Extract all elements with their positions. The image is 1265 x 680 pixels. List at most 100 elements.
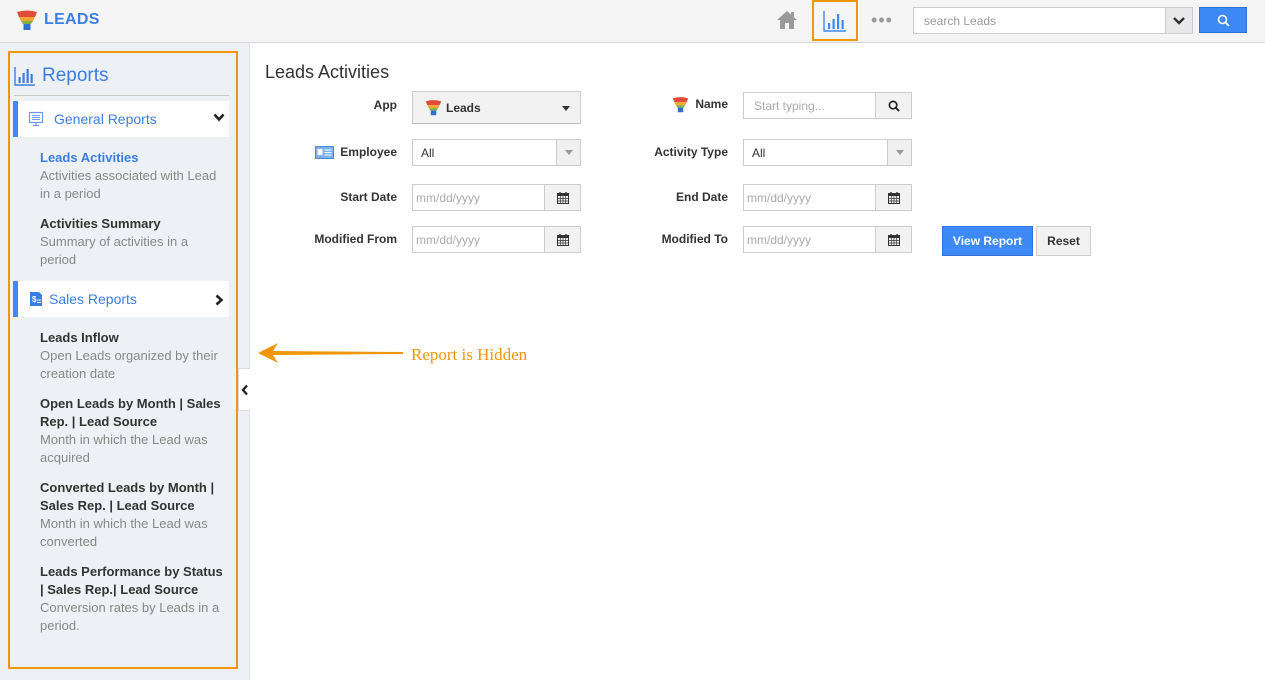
name-search-button[interactable] — [875, 93, 911, 118]
sales-document-icon: $ — [30, 292, 42, 306]
report-name: Leads Activities — [40, 150, 139, 165]
report-name: Activities Summary — [40, 216, 161, 231]
modified-from-field — [412, 226, 581, 253]
app-brand[interactable]: LEADS — [16, 9, 100, 31]
app-title: LEADS — [44, 11, 100, 28]
calendar-icon — [887, 191, 900, 204]
modified-from-label: Modified From — [290, 230, 397, 248]
activity-type-label-text: Activity Type — [654, 145, 728, 159]
search-input[interactable] — [914, 8, 1165, 33]
search-icon — [888, 100, 900, 112]
app-label-text: App — [373, 98, 397, 112]
employee-select[interactable]: All — [412, 139, 581, 166]
search-button[interactable] — [1199, 7, 1247, 33]
chevron-left-icon — [240, 384, 248, 395]
modified-from-label-text: Modified From — [314, 232, 397, 246]
name-input[interactable] — [744, 93, 875, 118]
name-label: Name — [640, 95, 728, 113]
modified-to-field — [743, 226, 912, 253]
home-icon — [777, 11, 797, 29]
report-item-activities-summary[interactable]: Activities Summary Summary of activities… — [40, 215, 225, 269]
app-label: App — [300, 97, 397, 113]
search-box — [913, 7, 1193, 34]
end-date-calendar-button[interactable] — [875, 185, 911, 210]
start-date-field — [412, 184, 581, 211]
monitor-icon — [28, 111, 44, 127]
modified-to-label: Modified To — [620, 230, 728, 248]
report-description: Activities associated with Lead in a per… — [40, 168, 217, 201]
employee-select-value: All — [421, 145, 435, 160]
calendar-icon — [556, 191, 569, 204]
sidebar-group-sales-reports[interactable]: $ Sales Reports — [13, 281, 229, 317]
name-label-text: Name — [695, 97, 728, 111]
sidebar-collapse-toggle[interactable] — [238, 368, 250, 411]
sidebar-title-text: Reports — [42, 65, 109, 86]
report-name: Converted Leads by Month | Sales Rep. | … — [40, 480, 215, 513]
modified-to-calendar-button[interactable] — [875, 227, 911, 252]
more-dots-icon: ••• — [871, 9, 893, 30]
report-name: Leads Performance by Status | Sales Rep.… — [40, 564, 223, 597]
modified-to-input[interactable] — [744, 227, 875, 252]
activity-type-select[interactable]: All — [743, 139, 912, 166]
bar-chart-icon — [823, 10, 846, 32]
chevron-down-icon — [213, 113, 225, 122]
end-date-label-text: End Date — [675, 190, 728, 204]
app-select[interactable]: Leads — [412, 91, 581, 124]
divider — [14, 95, 229, 96]
funnel-icon — [425, 100, 442, 116]
sidebar-group-general-reports[interactable]: General Reports — [13, 101, 229, 137]
report-item-leads-inflow[interactable]: Leads Inflow Open Leads organized by the… — [40, 329, 225, 383]
calendar-icon — [556, 233, 569, 246]
name-lookup — [743, 92, 912, 119]
calendar-icon — [887, 233, 900, 246]
chevron-down-icon — [1173, 16, 1185, 25]
report-item-leads-performance-by-status[interactable]: Leads Performance by Status | Sales Rep.… — [40, 563, 225, 635]
search-icon — [1217, 14, 1230, 27]
modified-to-label-text: Modified To — [661, 232, 728, 246]
modified-from-calendar-button[interactable] — [544, 227, 580, 252]
report-item-open-leads-by-month[interactable]: Open Leads by Month | Sales Rep. | Lead … — [40, 395, 225, 467]
report-name: Open Leads by Month | Sales Rep. | Lead … — [40, 396, 221, 429]
start-date-calendar-button[interactable] — [544, 185, 580, 210]
report-description: Month in which the Lead was acquired — [40, 432, 208, 465]
dropdown-toggle[interactable] — [556, 140, 580, 165]
bar-chart-icon — [14, 67, 35, 86]
activity-type-label: Activity Type — [620, 143, 728, 161]
reports-nav-button[interactable] — [812, 0, 858, 41]
search-scope-dropdown[interactable] — [1165, 8, 1192, 33]
report-description: Summary of activities in a period — [40, 234, 189, 267]
reports-sidebar: Reports General Reports Leads Activities… — [0, 43, 250, 680]
view-report-button[interactable]: View Report — [942, 226, 1033, 256]
start-date-label-text: Start Date — [340, 190, 397, 204]
home-button[interactable] — [772, 0, 802, 40]
caret-down-icon — [895, 150, 904, 155]
start-date-label: Start Date — [300, 188, 397, 206]
activity-type-select-value: All — [752, 145, 766, 160]
employee-label: Employee — [300, 143, 397, 161]
sidebar-title: Reports — [14, 65, 109, 87]
sidebar-group-label: Sales Reports — [49, 291, 137, 307]
report-item-leads-activities[interactable]: Leads Activities Activities associated w… — [40, 149, 225, 203]
sidebar-group-label: General Reports — [54, 111, 157, 127]
start-date-input[interactable] — [413, 185, 544, 210]
report-description: Open Leads organized by their creation d… — [40, 348, 218, 381]
caret-down-icon — [564, 150, 573, 155]
modified-from-input[interactable] — [413, 227, 544, 252]
top-bar: LEADS ••• — [0, 0, 1265, 43]
end-date-field — [743, 184, 912, 211]
annotation-label: Report is Hidden — [411, 345, 528, 364]
more-options-button[interactable]: ••• — [866, 0, 898, 40]
page-title: Leads Activities — [265, 62, 390, 82]
funnel-icon — [17, 10, 37, 30]
report-item-converted-leads-by-month[interactable]: Converted Leads by Month | Sales Rep. | … — [40, 479, 225, 551]
report-name: Leads Inflow — [40, 330, 119, 345]
report-description: Month in which the Lead was converted — [40, 516, 208, 549]
dropdown-toggle[interactable] — [887, 140, 911, 165]
reset-button[interactable]: Reset — [1036, 226, 1091, 256]
id-card-icon — [315, 145, 335, 159]
chevron-right-icon — [215, 294, 224, 306]
caret-down-icon — [562, 106, 570, 111]
end-date-input[interactable] — [744, 185, 875, 210]
report-description: Conversion rates by Leads in a period. — [40, 600, 220, 633]
app-select-value: Leads — [446, 100, 481, 115]
